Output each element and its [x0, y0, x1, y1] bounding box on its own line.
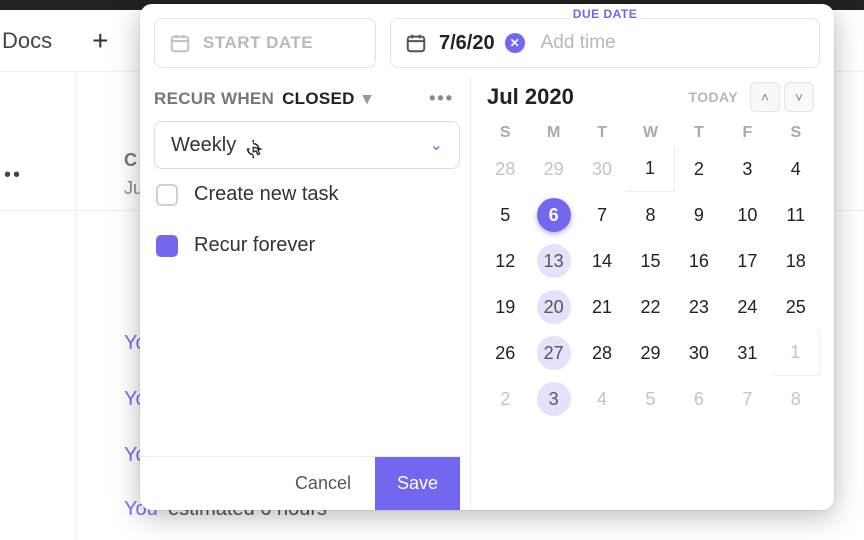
frequency-select[interactable]: Weekly ⌄ — [154, 121, 460, 169]
calendar-day[interactable]: 9 — [675, 192, 723, 238]
calendar-day[interactable]: 8 — [772, 376, 820, 422]
calendar-day[interactable]: 6 — [675, 376, 723, 422]
cancel-button[interactable]: Cancel — [279, 465, 367, 502]
calendar-day[interactable]: 21 — [578, 284, 626, 330]
chevron-down-icon: ⌄ — [430, 135, 443, 155]
add-icon[interactable]: + — [92, 25, 108, 57]
option-label: Recur forever — [194, 234, 315, 257]
calendar-day[interactable]: 19 — [481, 284, 529, 330]
calendar-day[interactable]: 7 — [578, 192, 626, 238]
calendar-day[interactable]: 18 — [772, 238, 820, 284]
calendar-day[interactable]: 26 — [481, 330, 529, 376]
calendar-day[interactable]: 29 — [529, 146, 577, 192]
due-date-input[interactable]: DUE DATE 7/6/20 ✕ Add time — [390, 18, 820, 68]
calendar-month: Jul 2020 — [487, 84, 574, 110]
more-options-icon[interactable]: ••• — [429, 88, 460, 109]
calendar-day[interactable]: 15 — [626, 238, 674, 284]
calendar-day[interactable]: 2 — [481, 376, 529, 422]
add-time-button[interactable]: Add time — [541, 32, 616, 54]
checkbox-icon[interactable] — [156, 184, 178, 206]
calendar-day[interactable]: 27 — [529, 330, 577, 376]
calendar-grid: 2829301234567891011121314151617181920212… — [481, 146, 820, 422]
calendar-icon — [169, 32, 191, 54]
calendar-day[interactable]: 25 — [772, 284, 820, 330]
checkbox-checked-icon[interactable] — [156, 235, 178, 257]
calendar-day[interactable]: 24 — [723, 284, 771, 330]
modal-footer: Cancel Save — [140, 456, 460, 510]
docs-tab[interactable]: Docs — [0, 28, 52, 54]
calendar-day[interactable]: 5 — [626, 376, 674, 422]
calendar-day[interactable]: 30 — [675, 330, 723, 376]
calendar-day[interactable]: 13 — [529, 238, 577, 284]
calendar-day[interactable]: 3 — [723, 146, 771, 192]
cursor-icon — [245, 138, 267, 167]
recurrence-settings: RECUR WHEN CLOSED ▾ ••• Weekly ⌄ Create … — [154, 78, 460, 510]
due-date-label: DUE DATE — [569, 7, 641, 21]
calendar-day[interactable]: 22 — [626, 284, 674, 330]
recur-label: RECUR WHEN — [154, 89, 274, 109]
calendar-day[interactable]: 30 — [578, 146, 626, 192]
recur-forever-option[interactable]: Recur forever — [154, 220, 460, 271]
save-button[interactable]: Save — [375, 457, 460, 510]
dow-label: S — [772, 124, 820, 142]
calendar-day[interactable]: 5 — [481, 192, 529, 238]
calendar-day[interactable]: 12 — [481, 238, 529, 284]
calendar-day[interactable]: 6 — [529, 192, 577, 238]
calendar-day[interactable]: 14 — [578, 238, 626, 284]
today-button[interactable]: TODAY — [689, 89, 738, 105]
bg-more-icon[interactable]: •• — [4, 164, 22, 187]
calendar-day[interactable]: 7 — [723, 376, 771, 422]
dow-label: W — [626, 124, 674, 142]
frequency-value: Weekly — [171, 134, 236, 157]
calendar-day[interactable]: 16 — [675, 238, 723, 284]
create-new-task-option[interactable]: Create new task — [154, 169, 460, 220]
dow-label: M — [529, 124, 577, 142]
calendar-day[interactable]: 8 — [626, 192, 674, 238]
calendar-day[interactable]: 28 — [481, 146, 529, 192]
calendar-dow-row: SMTWTFS — [481, 118, 820, 146]
date-row: START DATE DUE DATE 7/6/20 ✕ Add time — [140, 4, 834, 78]
recur-trigger-select[interactable]: RECUR WHEN CLOSED ▾ ••• — [154, 84, 460, 121]
recur-state: CLOSED — [282, 89, 355, 109]
prev-month-button[interactable]: ˄ — [750, 82, 780, 112]
bg-text: C — [124, 150, 138, 171]
calendar-day[interactable]: 20 — [529, 284, 577, 330]
calendar-day[interactable]: 3 — [529, 376, 577, 422]
calendar: Jul 2020 TODAY ˄ ˅ SMTWTFS 2829301234567… — [481, 78, 820, 510]
recurrence-modal: START DATE DUE DATE 7/6/20 ✕ Add time RE… — [140, 4, 834, 510]
calendar-day[interactable]: 17 — [723, 238, 771, 284]
dow-label: F — [723, 124, 771, 142]
due-date-value: 7/6/20 — [439, 32, 495, 55]
calendar-day[interactable]: 29 — [626, 330, 674, 376]
calendar-day[interactable]: 1 — [626, 146, 674, 192]
calendar-day[interactable]: 11 — [772, 192, 820, 238]
clear-due-date-button[interactable]: ✕ — [505, 33, 525, 53]
dow-label: T — [578, 124, 626, 142]
calendar-icon — [405, 32, 427, 54]
dow-label: S — [481, 124, 529, 142]
calendar-day[interactable]: 4 — [578, 376, 626, 422]
calendar-day[interactable]: 31 — [723, 330, 771, 376]
start-date-input[interactable]: START DATE — [154, 18, 376, 68]
calendar-day[interactable]: 23 — [675, 284, 723, 330]
next-month-button[interactable]: ˅ — [784, 82, 814, 112]
bg-divider — [76, 72, 77, 540]
calendar-day[interactable]: 4 — [772, 146, 820, 192]
calendar-day[interactable]: 2 — [675, 146, 723, 192]
dow-label: T — [675, 124, 723, 142]
calendar-day[interactable]: 1 — [772, 330, 820, 376]
calendar-day[interactable]: 28 — [578, 330, 626, 376]
option-label: Create new task — [194, 183, 339, 206]
start-date-placeholder: START DATE — [203, 33, 313, 53]
chevron-down-icon: ▾ — [363, 89, 372, 109]
vertical-divider — [470, 78, 471, 510]
calendar-day[interactable]: 10 — [723, 192, 771, 238]
